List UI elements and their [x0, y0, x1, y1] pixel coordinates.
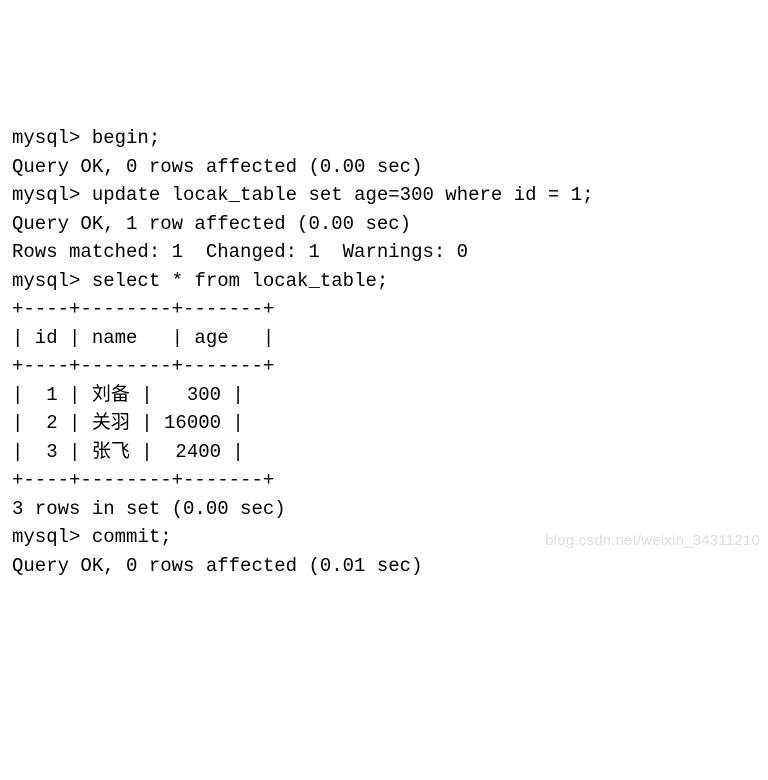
cmd-commit: commit;	[92, 526, 172, 548]
cmd-begin: begin;	[92, 127, 160, 149]
terminal-line-begin-resp: Query OK, 0 rows affected (0.00 sec)	[12, 153, 756, 182]
cmd-update: update locak_table set age=300 where id …	[92, 184, 594, 206]
terminal-line-select-cmd: mysql> select * from locak_table;	[12, 267, 756, 296]
table-header: | id | name | age |	[12, 324, 756, 353]
table-border-bottom: +----+--------+-------+	[12, 466, 756, 495]
terminal-line-select-resp: 3 rows in set (0.00 sec)	[12, 495, 756, 524]
terminal-line-update-resp1: Query OK, 1 row affected (0.00 sec)	[12, 210, 756, 239]
table-row: | 2 | 关羽 | 16000 |	[12, 409, 756, 438]
mysql-prompt: mysql>	[12, 127, 92, 149]
terminal-line-begin-cmd: mysql> begin;	[12, 124, 756, 153]
table-row: | 3 | 张飞 | 2400 |	[12, 438, 756, 467]
table-border-mid: +----+--------+-------+	[12, 352, 756, 381]
table-border-top: +----+--------+-------+	[12, 295, 756, 324]
mysql-prompt: mysql>	[12, 526, 92, 548]
mysql-prompt: mysql>	[12, 270, 92, 292]
cmd-select: select * from locak_table;	[92, 270, 388, 292]
mysql-prompt: mysql>	[12, 184, 92, 206]
table-row: | 1 | 刘备 | 300 |	[12, 381, 756, 410]
terminal-line-commit-resp: Query OK, 0 rows affected (0.01 sec)	[12, 552, 756, 581]
terminal-line-update-resp2: Rows matched: 1 Changed: 1 Warnings: 0	[12, 238, 756, 267]
terminal-line-update-cmd: mysql> update locak_table set age=300 wh…	[12, 181, 756, 210]
watermark-text: blog.csdn.net/weixin_34311210	[545, 530, 760, 553]
